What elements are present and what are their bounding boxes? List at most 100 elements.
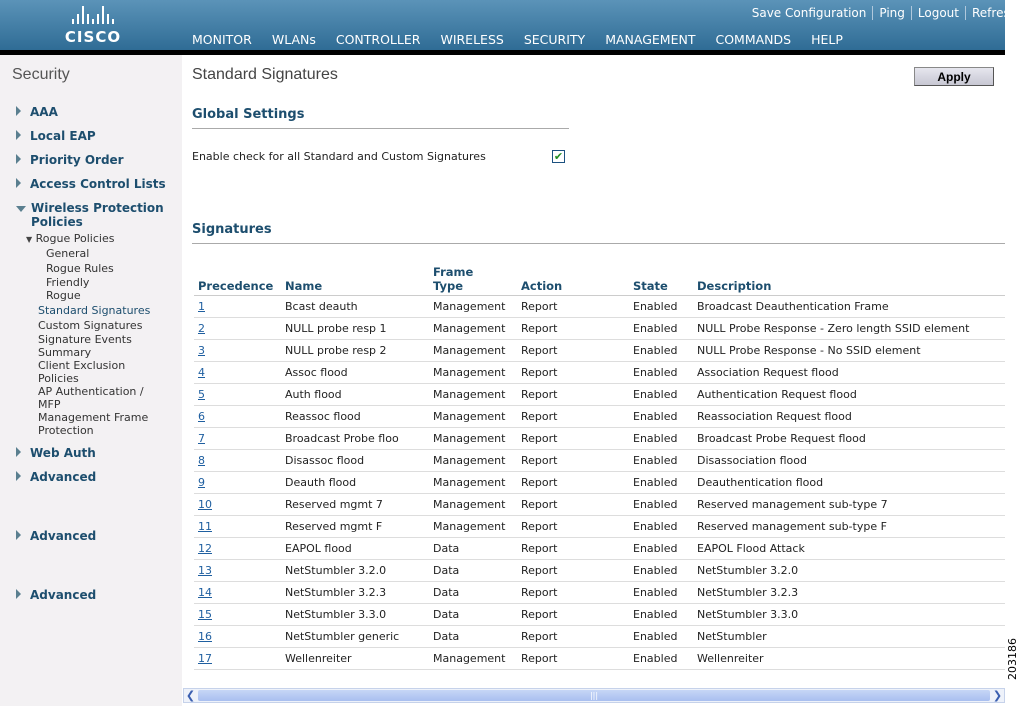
col-precedence: Precedence — [194, 262, 281, 296]
nav-help[interactable]: HELP — [811, 32, 843, 50]
name-cell: Reserved mgmt 7 — [281, 493, 429, 516]
sidebar-item-advanced[interactable]: Advanced — [16, 470, 170, 484]
description-cell: Reserved management sub-type F — [693, 515, 1005, 538]
precedence-cell[interactable]: 5 — [194, 383, 281, 406]
table-row: 15 NetStumbler 3.3.0 Data Report Enabled NetS… — [194, 603, 1005, 626]
sidebar-item-priority-order[interactable]: Priority Order — [16, 153, 170, 167]
precedence-link[interactable]: 17 — [198, 652, 212, 665]
state-cell: Enabled — [629, 471, 693, 494]
frame-type-cell: Management — [429, 383, 517, 406]
sidebar-item-aaa[interactable]: AAA — [16, 105, 170, 119]
precedence-cell[interactable]: 13 — [194, 559, 281, 582]
frame-type-cell: Data — [429, 625, 517, 648]
state-cell: Enabled — [629, 383, 693, 406]
scroll-left-icon[interactable]: ❮ — [184, 689, 197, 702]
precedence-link[interactable]: 5 — [198, 388, 205, 401]
sidebar-item-local-eap[interactable]: Local EAP — [16, 129, 170, 143]
action-cell: Report — [517, 339, 629, 362]
sidebar-client-exclusion[interactable]: Client Exclusion Policies — [38, 359, 148, 385]
sidebar-custom-signatures[interactable]: Custom Signatures — [38, 319, 142, 332]
name-cell: Deauth flood — [281, 471, 429, 494]
nav-commands[interactable]: COMMANDS — [715, 32, 791, 50]
sidebar-mfp[interactable]: Management Frame Protection — [38, 411, 168, 437]
enable-check-checkbox[interactable]: ✔ — [552, 150, 565, 163]
precedence-cell[interactable]: 2 — [194, 317, 281, 340]
precedence-cell[interactable]: 9 — [194, 471, 281, 494]
ping-link[interactable]: Ping — [872, 6, 911, 20]
action-cell: Report — [517, 515, 629, 538]
precedence-cell[interactable]: 14 — [194, 581, 281, 604]
sidebar-general[interactable]: General — [46, 247, 89, 260]
precedence-cell[interactable]: 10 — [194, 493, 281, 516]
sidebar-friendly[interactable]: Friendly — [46, 276, 89, 289]
state-cell: Enabled — [629, 603, 693, 626]
precedence-link[interactable]: 16 — [198, 630, 212, 643]
sidebar-signature-events[interactable]: Signature Events Summary — [38, 333, 148, 359]
precedence-link[interactable]: 6 — [198, 410, 205, 423]
nav-management[interactable]: MANAGEMENT — [605, 32, 695, 50]
apply-button[interactable]: Apply — [914, 67, 994, 86]
precedence-link[interactable]: 8 — [198, 454, 205, 467]
logout-link[interactable]: Logout — [910, 6, 965, 20]
precedence-link[interactable]: 15 — [198, 608, 212, 621]
sidebar-item-advanced-2[interactable]: Advanced — [16, 529, 170, 543]
sidebar-ap-authentication[interactable]: AP Authentication / MFP — [38, 385, 158, 411]
precedence-cell[interactable]: 12 — [194, 537, 281, 560]
nav-monitor[interactable]: MONITOR — [192, 32, 252, 50]
name-cell: Disassoc flood — [281, 449, 429, 472]
state-cell: Enabled — [629, 515, 693, 538]
frame-type-cell: Data — [429, 603, 517, 626]
precedence-cell[interactable]: 7 — [194, 427, 281, 450]
sidebar-rogue-rules[interactable]: Rogue Rules — [46, 262, 114, 275]
description-cell: Disassociation flood — [693, 449, 1005, 472]
precedence-cell[interactable]: 4 — [194, 361, 281, 384]
precedence-cell[interactable]: 3 — [194, 339, 281, 362]
figure-id: 203186 — [1006, 638, 1019, 680]
sidebar-rogue-policies[interactable]: ▼ Rogue Policies — [26, 232, 114, 246]
precedence-link[interactable]: 14 — [198, 586, 212, 599]
sidebar-rogue[interactable]: Rogue — [46, 289, 81, 302]
precedence-link[interactable]: 1 — [198, 300, 205, 313]
precedence-link[interactable]: 13 — [198, 564, 212, 577]
sidebar-standard-signatures[interactable]: Standard Signatures — [38, 304, 150, 317]
sidebar-item-web-auth[interactable]: Web Auth — [16, 446, 170, 460]
nav-controller[interactable]: CONTROLLER — [336, 32, 421, 50]
precedence-cell[interactable]: 15 — [194, 603, 281, 626]
table-row: 2 NULL probe resp 1 Management Report Enable… — [194, 317, 1005, 340]
table-row: 5 Auth flood Management Report Enabled Authen… — [194, 383, 1005, 406]
action-cell: Report — [517, 537, 629, 560]
precedence-link[interactable]: 3 — [198, 344, 205, 357]
frame-type-cell: Data — [429, 581, 517, 604]
precedence-link[interactable]: 11 — [198, 520, 212, 533]
sidebar-item-wireless-protection[interactable]: Wireless Protection Policies — [16, 201, 171, 229]
state-cell: Enabled — [629, 449, 693, 472]
refresh-link[interactable]: Refresh — [965, 6, 1005, 20]
precedence-cell[interactable]: 16 — [194, 625, 281, 648]
nav-security[interactable]: SECURITY — [514, 32, 595, 55]
horizontal-scrollbar[interactable]: ❮ ||| ❯ — [183, 688, 1005, 703]
precedence-link[interactable]: 12 — [198, 542, 212, 555]
header: CISCO Save Configuration Ping Logout Ref… — [0, 0, 1005, 55]
nav-wlans[interactable]: WLANs — [272, 32, 316, 50]
precedence-link[interactable]: 10 — [198, 498, 212, 511]
precedence-link[interactable]: 7 — [198, 432, 205, 445]
precedence-cell[interactable]: 17 — [194, 647, 281, 670]
precedence-cell[interactable]: 1 — [194, 295, 281, 318]
table-row: 17 Wellenreiter Management Report Enabled Wel… — [194, 647, 1005, 670]
precedence-cell[interactable]: 11 — [194, 515, 281, 538]
precedence-cell[interactable]: 6 — [194, 405, 281, 428]
save-configuration-link[interactable]: Save Configuration — [746, 6, 873, 20]
frame-type-cell: Management — [429, 515, 517, 538]
precedence-link[interactable]: 2 — [198, 322, 205, 335]
action-cell: Report — [517, 493, 629, 516]
precedence-link[interactable]: 9 — [198, 476, 205, 489]
nav-wireless[interactable]: WIRELESS — [440, 32, 503, 50]
sidebar-item-acl[interactable]: Access Control Lists — [16, 177, 170, 191]
precedence-link[interactable]: 4 — [198, 366, 205, 379]
sidebar-item-advanced-3[interactable]: Advanced — [16, 588, 170, 602]
scroll-thumb[interactable]: ||| — [198, 690, 990, 701]
scroll-right-icon[interactable]: ❯ — [991, 689, 1004, 702]
description-cell: Broadcast Probe Request flood — [693, 427, 1005, 450]
precedence-cell[interactable]: 8 — [194, 449, 281, 472]
name-cell: EAPOL flood — [281, 537, 429, 560]
